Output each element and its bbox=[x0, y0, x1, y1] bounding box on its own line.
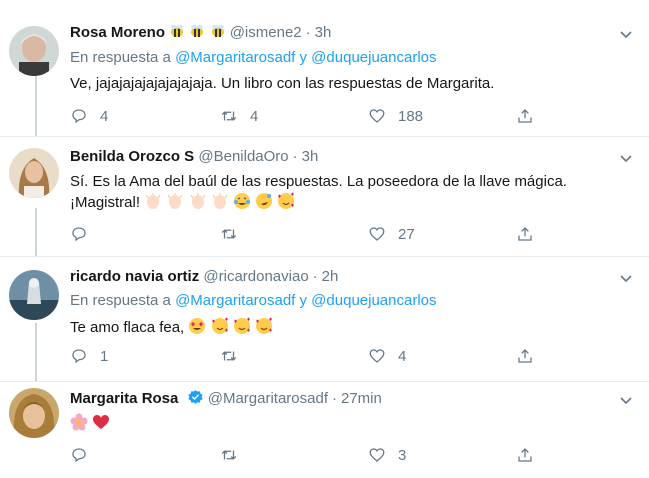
tweet-header: Benilda Orozco S @BenildaOro · 3h bbox=[70, 148, 319, 165]
red-heart-emoji-icon bbox=[93, 415, 110, 429]
handle[interactable]: @ismene2 bbox=[230, 24, 302, 41]
tweet[interactable]: Margarita Rosa @Margaritarosadf · 27min 3 bbox=[0, 382, 649, 478]
handle[interactable]: @BenildaOro bbox=[198, 148, 288, 165]
display-name[interactable]: Rosa Moreno bbox=[70, 24, 165, 41]
retweet-icon bbox=[221, 229, 237, 239]
reply-context: En respuesta a @Margaritarosadf y @duque… bbox=[70, 292, 437, 309]
display-name[interactable]: Benilda Orozco S bbox=[70, 148, 194, 165]
tweet-header: Rosa Moreno @ismene2 · 3h bbox=[70, 24, 332, 41]
retweet-button[interactable] bbox=[220, 445, 250, 465]
tweet[interactable]: Rosa Moreno @ismene2 · 3h En respuesta a @… bbox=[0, 0, 649, 137]
timestamp[interactable]: 2h bbox=[322, 268, 339, 285]
display-name[interactable]: ricardo navia ortiz bbox=[70, 268, 199, 285]
display-name[interactable]: Margarita Rosa bbox=[70, 390, 178, 407]
tweet-header: Margarita Rosa @Margaritarosadf · 27min bbox=[70, 390, 382, 407]
verified-badge-icon bbox=[187, 390, 203, 404]
bee-emoji-icon bbox=[210, 24, 230, 41]
reply-button[interactable] bbox=[70, 445, 100, 465]
smiling-face-with-hearts-emoji-icon bbox=[233, 317, 250, 334]
chevron-down-icon[interactable] bbox=[619, 151, 633, 165]
clapping-hands-emoji-icon bbox=[212, 193, 228, 209]
tweet[interactable]: ricardo navia ortiz @ricardonaviao · 2h En… bbox=[0, 257, 649, 382]
retweet-count: 4 bbox=[250, 107, 259, 125]
tweet-actions: 4 4 188 bbox=[70, 106, 540, 126]
clapping-hands-emoji-icon bbox=[190, 193, 205, 209]
retweet-button[interactable] bbox=[220, 346, 250, 366]
avatar[interactable] bbox=[9, 270, 59, 320]
reply-button[interactable]: 4 bbox=[70, 106, 108, 126]
reply-mentions-link[interactable]: @Margaritarosadf y @duquejuancarlos bbox=[175, 49, 436, 66]
share-icon bbox=[518, 448, 532, 462]
reply-icon bbox=[72, 448, 86, 463]
bee-emoji-icon bbox=[169, 24, 189, 41]
avatar[interactable] bbox=[9, 148, 59, 198]
retweet-icon bbox=[221, 351, 237, 361]
reply-context: En respuesta a @Margaritarosadf y @duque… bbox=[70, 49, 437, 66]
timestamp[interactable]: 3h bbox=[302, 148, 319, 165]
clapping-hands-emoji-icon bbox=[145, 193, 161, 209]
chevron-down-icon[interactable] bbox=[619, 393, 633, 407]
like-count: 27 bbox=[398, 225, 415, 243]
reply-count: 1 bbox=[100, 347, 109, 365]
tweet-header: ricardo navia ortiz @ricardonaviao · 2h bbox=[70, 268, 339, 285]
reply-button[interactable]: 1 bbox=[70, 346, 108, 366]
heart-icon bbox=[369, 349, 385, 363]
reply-icon bbox=[72, 109, 86, 124]
reply-icon bbox=[72, 349, 86, 364]
share-button[interactable] bbox=[516, 224, 534, 244]
like-button[interactable]: 188 bbox=[368, 106, 423, 126]
avatar[interactable] bbox=[9, 26, 59, 76]
smiling-face-with-hearts-emoji-icon bbox=[211, 317, 228, 334]
tweet-text: Ve, jajajajajajajajajaja. Un libro con l… bbox=[70, 75, 495, 92]
heart-eyes-emoji-icon bbox=[189, 318, 206, 334]
timestamp[interactable]: 3h bbox=[315, 24, 332, 41]
handle[interactable]: @ricardonaviao bbox=[203, 268, 308, 285]
retweet-button[interactable]: 4 bbox=[220, 106, 258, 126]
like-button[interactable]: 4 bbox=[368, 346, 406, 366]
tweet-text: Te amo flaca fea, bbox=[70, 317, 631, 338]
share-icon bbox=[518, 109, 532, 123]
tweet-actions: 27 bbox=[70, 224, 540, 244]
like-count: 4 bbox=[398, 347, 407, 365]
tweet-actions: 1 4 bbox=[70, 346, 540, 366]
heart-icon bbox=[369, 448, 385, 462]
heart-icon bbox=[369, 227, 385, 241]
like-count: 188 bbox=[398, 107, 424, 125]
rofl-emoji-icon bbox=[256, 193, 273, 209]
retweet-icon bbox=[221, 450, 237, 460]
avatar[interactable] bbox=[9, 388, 59, 438]
timestamp[interactable]: 27min bbox=[341, 390, 382, 407]
share-icon bbox=[518, 349, 532, 363]
tweet-text bbox=[70, 413, 631, 434]
reply-count: 4 bbox=[100, 107, 109, 125]
smiling-face-with-hearts-emoji-icon bbox=[255, 317, 272, 334]
tweet[interactable]: Benilda Orozco S @BenildaOro · 3h Sí. Es l… bbox=[0, 137, 649, 257]
clapping-hands-emoji-icon bbox=[167, 193, 183, 209]
retweet-icon bbox=[221, 111, 237, 121]
like-button[interactable]: 27 bbox=[368, 224, 415, 244]
handle[interactable]: @Margaritarosadf bbox=[208, 390, 328, 407]
share-button[interactable] bbox=[516, 346, 534, 366]
smiling-face-with-hearts-emoji-icon bbox=[278, 192, 295, 209]
tweet-text: Sí. Es la Ama del baúl de las respuestas… bbox=[70, 173, 567, 211]
like-button[interactable]: 3 bbox=[368, 445, 406, 465]
chevron-down-icon[interactable] bbox=[619, 271, 633, 285]
like-count: 3 bbox=[398, 446, 407, 464]
tears-of-joy-emoji-icon bbox=[233, 193, 250, 209]
reply-button[interactable] bbox=[70, 224, 100, 244]
retweet-button[interactable] bbox=[220, 224, 250, 244]
share-button[interactable] bbox=[516, 106, 534, 126]
chevron-down-icon[interactable] bbox=[619, 27, 633, 41]
tweet-actions: 3 bbox=[70, 445, 540, 465]
share-button[interactable] bbox=[516, 445, 534, 465]
heart-icon bbox=[369, 109, 385, 123]
reply-mentions-link[interactable]: @Margaritarosadf y @duquejuancarlos bbox=[175, 292, 436, 309]
reply-icon bbox=[72, 227, 86, 242]
share-icon bbox=[518, 227, 532, 241]
flower-emoji-icon bbox=[70, 413, 88, 431]
bee-emoji-icon bbox=[189, 24, 209, 41]
